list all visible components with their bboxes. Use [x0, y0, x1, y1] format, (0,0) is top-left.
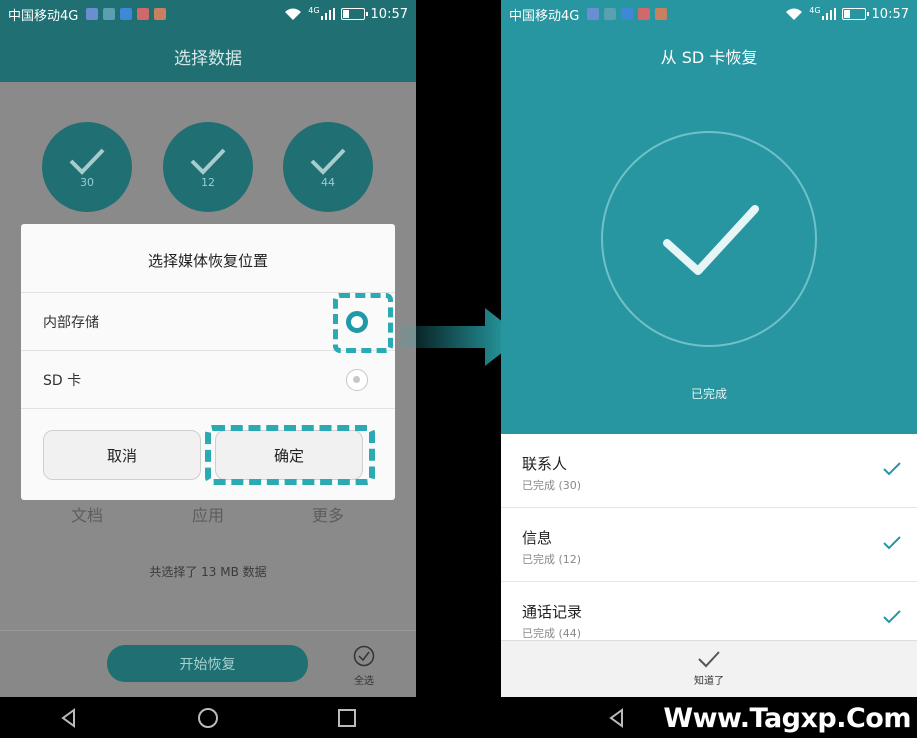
page-title: 选择数据 — [174, 49, 242, 69]
divider — [21, 408, 395, 409]
check-icon — [698, 651, 720, 668]
check-icon — [883, 610, 901, 624]
carrier-label: 中国移动4G — [8, 8, 79, 24]
category-label: 文档 — [70, 506, 103, 525]
right-phone-screen: 中国移动4G 4G 10:57 从 SD 卡恢复 已完成 联系人 已完成 (30… — [501, 0, 917, 738]
notification-icons — [86, 8, 167, 20]
right-bottom-bar: 知道了 — [501, 640, 917, 697]
cancel-button[interactable]: 取消 — [43, 430, 201, 480]
completion-circle — [601, 131, 817, 347]
select-all-label: 全选 — [354, 676, 374, 687]
network-type-label: 4G — [809, 5, 821, 15]
category-label: 更多 — [311, 506, 344, 525]
signal-icon — [821, 8, 836, 20]
home-icon[interactable] — [197, 707, 219, 729]
page-title: 从 SD 卡恢复 — [660, 48, 758, 67]
notification-icon — [137, 8, 150, 20]
carrier-label: 中国移动4G — [509, 8, 580, 24]
left-status-bar: 中国移动4G 4G 10:57 — [0, 0, 416, 28]
radio-unselected-icon[interactable] — [346, 369, 368, 391]
clock-label: 10:57 — [370, 6, 408, 22]
category-circle-1[interactable]: 30 — [42, 122, 132, 212]
category-label: 应用 — [191, 506, 224, 525]
battery-icon — [841, 8, 869, 20]
selection-summary: 共选择了 13 MB 数据 — [149, 565, 267, 579]
item-name: 通话记录 — [522, 603, 583, 621]
notification-icon — [103, 8, 116, 20]
notification-icon — [120, 8, 133, 20]
option-sd-card[interactable]: SD 卡 — [21, 350, 395, 408]
item-name: 联系人 — [522, 455, 568, 473]
category-count: 30 — [80, 175, 94, 189]
signal-icon — [320, 8, 335, 20]
back-icon[interactable] — [607, 707, 627, 728]
notification-icon — [655, 8, 668, 20]
wifi-icon — [285, 8, 302, 20]
highlight-frame-radio — [333, 293, 393, 353]
check-icon — [883, 536, 901, 550]
option-label: 内部存储 — [43, 314, 99, 331]
start-restore-button[interactable]: 开始恢复 — [107, 645, 308, 682]
got-it-label: 知道了 — [694, 676, 724, 687]
check-circle-icon — [353, 645, 375, 667]
wifi-icon — [786, 8, 803, 20]
screenshot-stage: 中国移动4G 4G 10:57 选择数据 30 12 44 文档 应用 更多 共… — [0, 0, 917, 738]
battery-icon — [340, 8, 368, 20]
item-status: 已完成 (44) — [522, 627, 582, 640]
notification-icon — [621, 8, 634, 20]
notification-icon — [638, 8, 651, 20]
check-icon — [310, 148, 346, 175]
left-nav-bar — [0, 697, 416, 738]
notification-icon — [86, 8, 99, 20]
back-icon[interactable] — [59, 707, 79, 728]
category-circle-2[interactable]: 12 — [163, 122, 253, 212]
network-type-label: 4G — [308, 5, 320, 15]
category-count: 44 — [321, 175, 335, 189]
clock-label: 10:57 — [871, 6, 909, 22]
highlight-frame-ok — [205, 425, 375, 485]
watermark-text: Www.Tagxp.Com — [663, 703, 911, 734]
check-icon — [190, 148, 226, 175]
dialog-title: 选择媒体恢复位置 — [147, 252, 268, 270]
got-it-button[interactable]: 知道了 — [681, 649, 737, 687]
notification-icon — [604, 8, 617, 20]
check-icon — [663, 205, 759, 275]
category-circle-3[interactable]: 44 — [283, 122, 373, 212]
category-count: 12 — [201, 175, 215, 189]
item-status: 已完成 (30) — [522, 479, 582, 492]
restore-result-list: 联系人 已完成 (30) 信息 已完成 (12) 通话记录 已完成 (44) — [501, 434, 917, 656]
select-all-button[interactable]: 全选 — [345, 645, 383, 687]
restore-location-dialog: 选择媒体恢复位置 内部存储 SD 卡 取消 确定 — [21, 224, 395, 500]
item-name: 信息 — [522, 529, 553, 547]
item-status: 已完成 (12) — [522, 553, 582, 566]
notification-icons — [587, 8, 668, 20]
list-item: 联系人 已完成 (30) — [501, 434, 917, 508]
notification-icon — [587, 8, 600, 20]
recent-apps-icon[interactable] — [337, 708, 357, 728]
check-icon — [69, 148, 105, 175]
list-item: 信息 已完成 (12) — [501, 508, 917, 582]
left-phone-screen: 中国移动4G 4G 10:57 选择数据 30 12 44 文档 应用 更多 共… — [0, 0, 416, 738]
option-label: SD 卡 — [43, 372, 82, 389]
notification-icon — [154, 8, 167, 20]
right-status-bar: 中国移动4G 4G 10:57 — [501, 0, 917, 28]
left-bottom-bar: 开始恢复 全选 — [0, 630, 416, 697]
completion-status: 已完成 — [690, 387, 727, 401]
check-icon — [883, 462, 901, 476]
